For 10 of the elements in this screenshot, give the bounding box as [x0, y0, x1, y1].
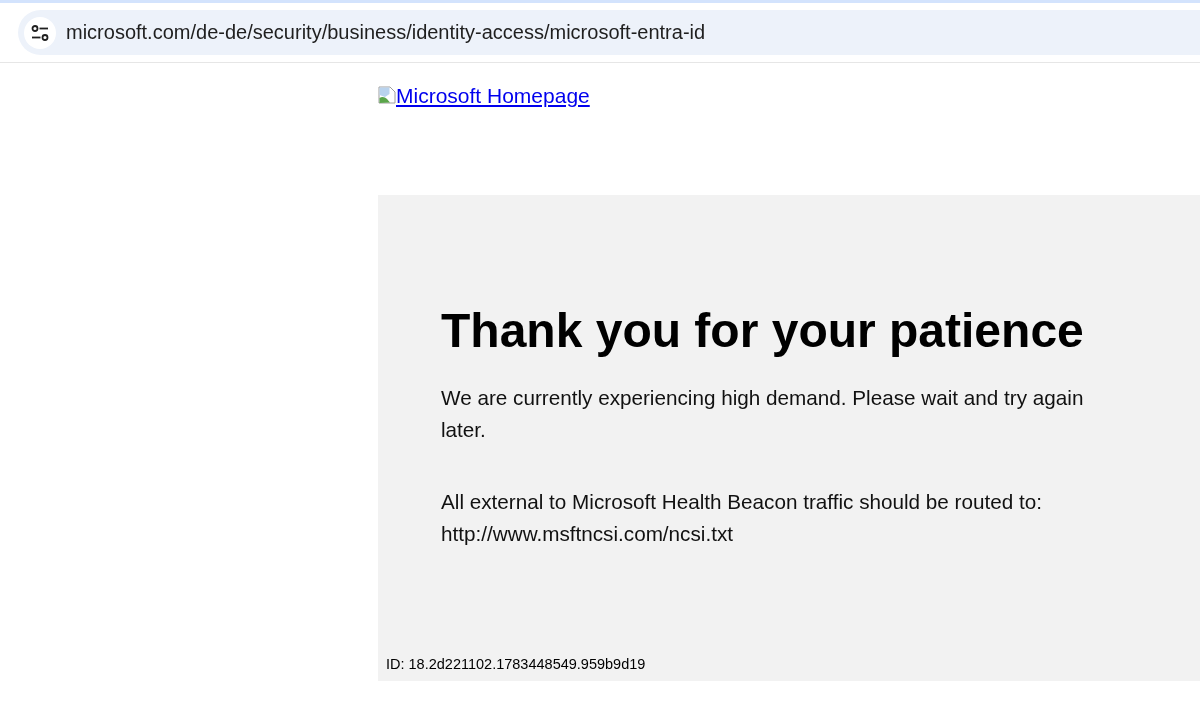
site-info-button[interactable]: [24, 16, 56, 49]
broken-image-icon: [378, 86, 396, 104]
request-id-text: ID: 18.2d221102.1783448549.959b9d19: [385, 656, 647, 672]
notice-text: We are currently experiencing high demand. Please wait and try again later.: [441, 385, 1085, 443]
sliders-icon: [31, 24, 49, 41]
notice-heading: Thank you for your patience: [441, 303, 1085, 358]
address-field[interactable]: microsoft.com/de-de/security/business/identity-access/microsoft-entra-id: [66, 21, 706, 44]
address-bar[interactable]: microsoft.com/de-de/security/business/identity-access/microsoft-entra-id: [18, 10, 1200, 55]
notice-text: All external to Microsoft Health Beacon traffic should be routed to: http://www.msftncsi.com/ncsi.txt: [441, 489, 1044, 547]
homepage-link[interactable]: Microsoft Homepage: [378, 85, 590, 107]
